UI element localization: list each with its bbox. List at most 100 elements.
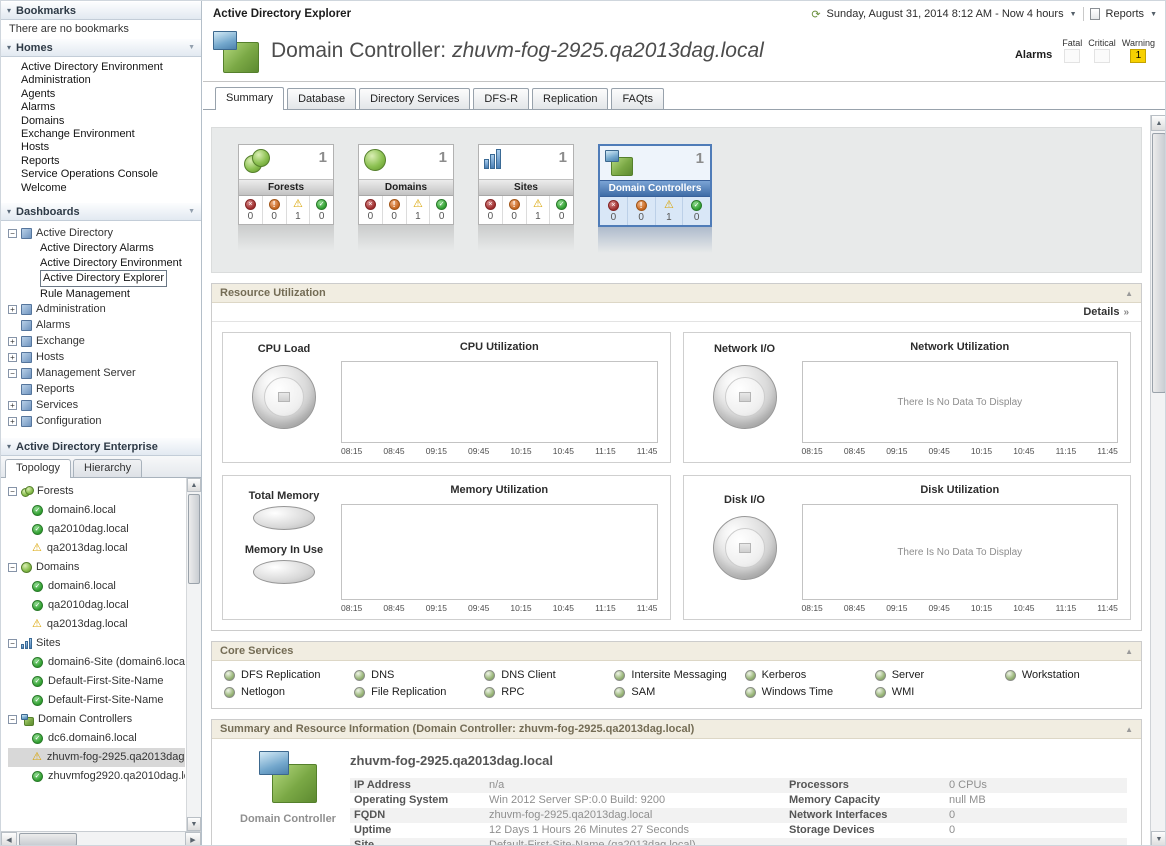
scroll-thumb[interactable] bbox=[188, 494, 200, 584]
service-file-replication[interactable]: File Replication bbox=[354, 686, 478, 698]
tile-domain-controllers-selected[interactable]: 1 Domain Controllers ×0 !0 ⚠1 ✓0 bbox=[598, 144, 712, 227]
dashboard-link-active-directory-explorer[interactable]: Active Directory Explorer bbox=[8, 270, 201, 287]
expand-node-icon[interactable]: + bbox=[8, 353, 17, 362]
expand-node-icon[interactable]: + bbox=[8, 417, 17, 426]
home-item-alarms[interactable]: Alarms bbox=[21, 101, 201, 114]
expand-node-icon[interactable]: + bbox=[8, 305, 17, 314]
scroll-up-button[interactable]: ▲ bbox=[187, 478, 201, 492]
normal-count-cell[interactable]: ✓0 bbox=[550, 196, 573, 224]
dashboard-node-management-server[interactable]: − Management Server bbox=[8, 365, 201, 381]
fatal-alarm-box[interactable] bbox=[1064, 49, 1080, 63]
service-intersite-messaging[interactable]: Intersite Messaging bbox=[614, 669, 738, 681]
collapse-node-icon[interactable]: − bbox=[8, 369, 17, 378]
warning-alarm-box[interactable]: 1 bbox=[1130, 49, 1146, 63]
tab-summary[interactable]: Summary bbox=[215, 87, 284, 110]
critical-alarm-box[interactable] bbox=[1094, 49, 1110, 63]
collapse-panel-icon[interactable]: ▲ bbox=[1125, 647, 1133, 656]
tree-item-site-domain6[interactable]: ✓domain6-Site (domain6.local) bbox=[8, 653, 185, 672]
normal-count-cell[interactable]: ✓0 bbox=[683, 197, 710, 225]
tree-item-domain-qa2013dag[interactable]: ⚠qa2013dag.local bbox=[8, 615, 185, 634]
network-io-gauge[interactable] bbox=[713, 365, 777, 429]
dashboard-node-configuration[interactable]: + Configuration bbox=[8, 413, 201, 429]
dashboard-node-reports[interactable]: Reports bbox=[8, 381, 201, 397]
fatal-count-cell[interactable]: ×0 bbox=[359, 196, 383, 224]
service-server[interactable]: Server bbox=[875, 669, 999, 681]
tree-item-zhuvm-fog-2925-selected[interactable]: ⚠zhuvm-fog-2925.qa2013dag.local bbox=[8, 748, 185, 767]
service-workstation[interactable]: Workstation bbox=[1005, 669, 1129, 681]
tree-item-domain-domain6[interactable]: ✓domain6.local bbox=[8, 577, 185, 596]
tab-database[interactable]: Database bbox=[287, 88, 356, 109]
tab-dfs-r[interactable]: DFS-R bbox=[473, 88, 529, 109]
service-dns[interactable]: DNS bbox=[354, 669, 478, 681]
warning-count-cell[interactable]: ⚠1 bbox=[656, 197, 684, 225]
cpu-load-gauge[interactable] bbox=[252, 365, 316, 429]
tree-item-domain-qa2010dag[interactable]: ✓qa2010dag.local bbox=[8, 596, 185, 615]
fatal-count-cell[interactable]: ×0 bbox=[600, 197, 628, 225]
service-dfs-replication[interactable]: DFS Replication bbox=[224, 669, 348, 681]
service-windows-time[interactable]: Windows Time bbox=[745, 686, 869, 698]
collapse-node-icon[interactable]: − bbox=[8, 715, 17, 724]
resource-utilization-header[interactable]: Resource Utilization ▲ bbox=[212, 284, 1141, 303]
tree-item-forest-qa2010dag[interactable]: ✓qa2010dag.local bbox=[8, 520, 185, 539]
collapse-panel-icon[interactable]: ▲ bbox=[1125, 289, 1133, 298]
home-item-exchange-environment[interactable]: Exchange Environment bbox=[21, 128, 201, 141]
tile-domains[interactable]: 1 Domains ×0 !0 ⚠1 ✓0 bbox=[358, 144, 454, 225]
dashboard-node-services[interactable]: + Services bbox=[8, 397, 201, 413]
bookmarks-section-header[interactable]: ▾ Bookmarks bbox=[1, 1, 201, 20]
home-item-active-directory-environment[interactable]: Active Directory Environment bbox=[21, 61, 201, 74]
summary-resource-header[interactable]: Summary and Resource Information (Domain… bbox=[212, 720, 1141, 739]
reports-button[interactable]: Reports bbox=[1106, 8, 1145, 20]
expand-node-icon[interactable]: + bbox=[8, 401, 17, 410]
tile-sites[interactable]: 1 Sites ×0 !0 ⚠1 ✓0 bbox=[478, 144, 574, 225]
network-utilization-chart[interactable]: There Is No Data To Display bbox=[802, 361, 1119, 443]
filter-icon[interactable]: ▼ bbox=[188, 208, 195, 215]
scroll-left-button[interactable]: ◀ bbox=[1, 832, 17, 846]
cpu-utilization-chart[interactable] bbox=[341, 361, 658, 443]
normal-count-cell[interactable]: ✓0 bbox=[430, 196, 453, 224]
critical-count-cell[interactable]: !0 bbox=[263, 196, 287, 224]
scroll-down-button[interactable]: ▼ bbox=[1151, 831, 1166, 846]
tree-item-zhuvmfog2920[interactable]: ✓zhuvmfog2920.qa2010dag.local bbox=[8, 767, 185, 786]
core-services-header[interactable]: Core Services ▲ bbox=[212, 642, 1141, 661]
disk-io-gauge[interactable] bbox=[713, 516, 777, 580]
critical-count-cell[interactable]: !0 bbox=[383, 196, 407, 224]
tree-item-dc6[interactable]: ✓dc6.domain6.local bbox=[8, 729, 185, 748]
critical-count-cell[interactable]: !0 bbox=[628, 197, 656, 225]
tree-item-forest-qa2013dag[interactable]: ⚠qa2013dag.local bbox=[8, 539, 185, 558]
tree-group-domains[interactable]: − Domains bbox=[8, 558, 185, 577]
home-item-administration[interactable]: Administration bbox=[21, 74, 201, 87]
memory-utilization-chart[interactable] bbox=[341, 504, 658, 600]
tree-item-site-default-first-1[interactable]: ✓Default-First-Site-Name bbox=[8, 672, 185, 691]
service-dns-client[interactable]: DNS Client bbox=[484, 669, 608, 681]
tree-group-forests[interactable]: − Forests bbox=[8, 482, 185, 501]
tile-forests[interactable]: 1 Forests ×0 !0 ⚠1 ✓0 bbox=[238, 144, 334, 225]
warning-count-cell[interactable]: ⚠1 bbox=[407, 196, 431, 224]
service-kerberos[interactable]: Kerberos bbox=[745, 669, 869, 681]
tab-replication[interactable]: Replication bbox=[532, 88, 608, 109]
tab-hierarchy[interactable]: Hierarchy bbox=[73, 459, 142, 477]
scroll-thumb[interactable] bbox=[19, 833, 77, 846]
service-netlogon[interactable]: Netlogon bbox=[224, 686, 348, 698]
details-link[interactable]: Details » bbox=[212, 303, 1141, 322]
home-item-domains[interactable]: Domains bbox=[21, 115, 201, 128]
scroll-right-button[interactable]: ▶ bbox=[185, 832, 201, 846]
dashboard-link-rule-management[interactable]: Rule Management bbox=[8, 287, 201, 302]
dashboard-node-administration[interactable]: + Administration bbox=[8, 301, 201, 317]
warning-count-cell[interactable]: ⚠1 bbox=[527, 196, 551, 224]
fatal-count-cell[interactable]: ×0 bbox=[479, 196, 503, 224]
expand-node-icon[interactable]: + bbox=[8, 337, 17, 346]
home-item-reports[interactable]: Reports bbox=[21, 155, 201, 168]
collapse-node-icon[interactable]: − bbox=[8, 229, 17, 238]
home-item-service-operations-console[interactable]: Service Operations Console bbox=[21, 168, 201, 181]
fatal-count-cell[interactable]: ×0 bbox=[239, 196, 263, 224]
scroll-thumb[interactable] bbox=[1152, 133, 1166, 393]
dashboard-node-active-directory[interactable]: − Active Directory bbox=[8, 225, 201, 241]
home-item-welcome[interactable]: Welcome bbox=[21, 182, 201, 195]
home-item-agents[interactable]: Agents bbox=[21, 88, 201, 101]
service-rpc[interactable]: RPC bbox=[484, 686, 608, 698]
enterprise-section-header[interactable]: ▾ Active Directory Enterprise bbox=[1, 437, 201, 456]
dashboard-node-hosts[interactable]: + Hosts bbox=[8, 349, 201, 365]
time-range-dropdown-icon[interactable]: ▼ bbox=[1070, 11, 1077, 18]
collapse-node-icon[interactable]: − bbox=[8, 487, 17, 496]
tab-topology[interactable]: Topology bbox=[5, 459, 71, 478]
